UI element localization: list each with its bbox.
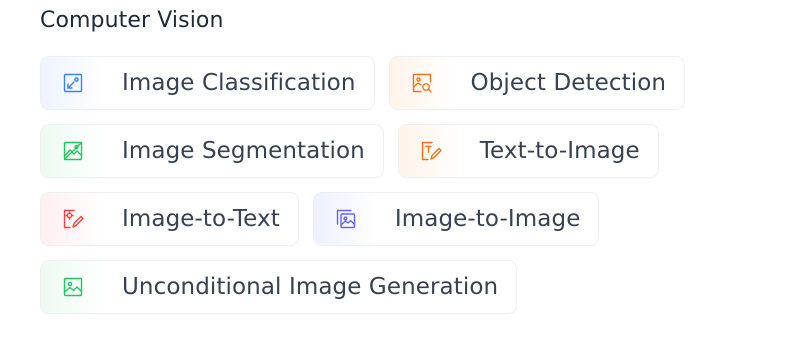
task-image-to-image[interactable]: Image-to-Image: [312, 192, 600, 246]
task-tag-list: Image Classification Object Detection Im…: [40, 56, 740, 314]
task-object-detection[interactable]: Object Detection: [388, 56, 686, 110]
task-text-to-image[interactable]: Text-to-Image: [397, 124, 659, 178]
task-image-classification[interactable]: Image Classification: [40, 56, 375, 110]
image-to-text-icon: [41, 193, 105, 245]
unconditional-image-generation-icon: [41, 261, 105, 313]
text-to-image-icon: [398, 125, 463, 177]
task-label: Image Segmentation: [122, 138, 365, 164]
image-to-image-icon: [313, 193, 378, 245]
section-title: Computer Vision: [40, 8, 224, 33]
task-image-segmentation[interactable]: Image Segmentation: [40, 124, 384, 178]
task-label: Text-to-Image: [479, 138, 640, 164]
task-label: Image-to-Text: [122, 206, 280, 232]
image-classification-icon: [41, 57, 105, 109]
task-label: Unconditional Image Generation: [122, 274, 499, 300]
task-unconditional-image-generation[interactable]: Unconditional Image Generation: [40, 260, 518, 314]
computer-vision-section: Computer Vision Image Classification Obj…: [40, 6, 760, 314]
task-label: Image-to-Image: [394, 206, 581, 232]
image-segmentation-icon: [41, 125, 105, 177]
task-label: Image Classification: [122, 70, 356, 96]
task-image-to-text[interactable]: Image-to-Text: [40, 192, 299, 246]
task-label: Object Detection: [470, 70, 667, 96]
object-detection-icon: [389, 57, 454, 109]
